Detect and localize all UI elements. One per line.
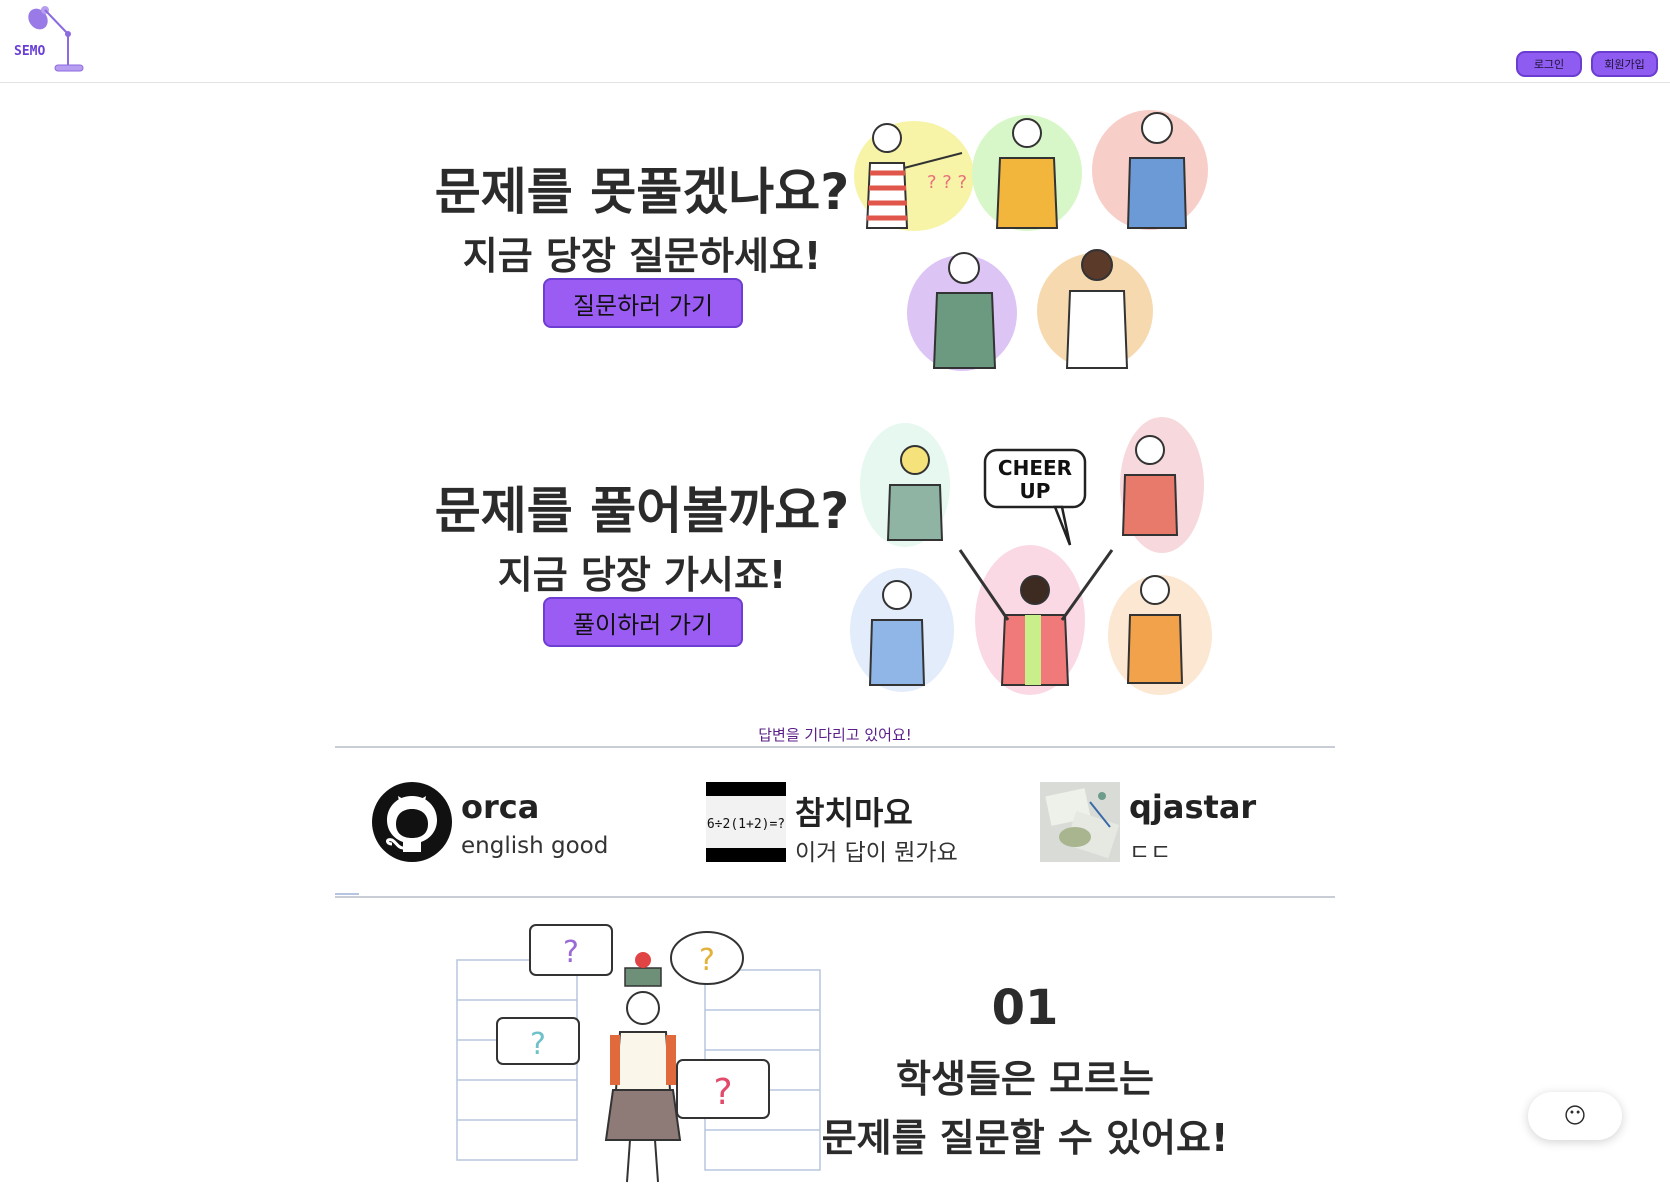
github-icon bbox=[372, 782, 452, 862]
question-card[interactable]: qjastar ㄷㄷ bbox=[1040, 782, 1340, 866]
face-emoji-icon: 😶 bbox=[1563, 1103, 1587, 1129]
go-solve-button[interactable]: 풀이하러 가기 bbox=[543, 597, 743, 647]
go-ask-button[interactable]: 질문하러 가기 bbox=[543, 278, 743, 328]
svg-text:?: ? bbox=[530, 1027, 546, 1062]
cheer-up-people-illustration: CHEER UP bbox=[850, 417, 1212, 695]
svg-text:?: ? bbox=[563, 935, 579, 970]
feature-number: 01 bbox=[991, 980, 1059, 1036]
question-text: english good bbox=[461, 833, 609, 859]
solve-hero-title: 문제를 풀어볼까요? bbox=[434, 482, 850, 540]
question-thumbnail: 6÷2(1+2)=? bbox=[706, 782, 786, 862]
study-desk-photo bbox=[1040, 782, 1120, 862]
divider-bottom bbox=[335, 896, 1335, 898]
svg-text:?: ? bbox=[713, 1072, 732, 1113]
chat-float-button[interactable]: 😶 bbox=[1528, 1092, 1622, 1140]
feature-line-1: 학생들은 모르는 bbox=[896, 1057, 1154, 1101]
ask-hero-subtitle: 지금 당장 질문하세요! bbox=[462, 234, 822, 278]
question-author: qjastar bbox=[1129, 788, 1257, 826]
student-questions-illustration: ? ? ? ? bbox=[456, 924, 821, 1183]
waiting-answers-label: 답변을 기다리고 있어요! bbox=[758, 726, 912, 744]
feature-line-2: 문제를 질문할 수 있어요! bbox=[821, 1116, 1229, 1160]
carousel-indicator[interactable] bbox=[335, 893, 359, 895]
login-button[interactable]: 로그인 bbox=[1516, 51, 1582, 77]
question-thumbnail bbox=[1040, 782, 1120, 862]
math-problem-image: 6÷2(1+2)=? bbox=[706, 782, 786, 862]
question-author: orca bbox=[461, 788, 540, 826]
signup-button[interactable]: 회원가입 bbox=[1591, 51, 1658, 77]
confused-people-illustration: ? ? ? bbox=[854, 110, 1208, 371]
ask-hero-title: 문제를 못풀겠나요? bbox=[434, 163, 850, 221]
question-card[interactable]: orca english good bbox=[372, 782, 672, 862]
logo-text: SEMO bbox=[14, 44, 46, 59]
cheer-bubble-line2: UP bbox=[1020, 479, 1051, 503]
cheer-bubble-line1: CHEER bbox=[998, 456, 1072, 480]
question-text: 이거 답이 뭔가요 bbox=[795, 840, 958, 866]
question-text: ㄷㄷ bbox=[1129, 840, 1172, 866]
semo-logo[interactable]: SEMO bbox=[10, 2, 90, 76]
question-author: 참치마요 bbox=[795, 794, 913, 832]
top-header: SEMO 로그인 회원가입 bbox=[0, 0, 1670, 83]
divider-top bbox=[335, 746, 1335, 748]
svg-text:?: ? bbox=[699, 943, 715, 978]
math-problem-text: 6÷2(1+2)=? bbox=[707, 817, 785, 832]
question-thumbnail bbox=[372, 782, 452, 862]
solve-hero-subtitle: 지금 당장 가시죠! bbox=[497, 553, 787, 597]
question-card[interactable]: 6÷2(1+2)=? 참치마요 이거 답이 뭔가요 bbox=[706, 782, 1006, 866]
desk-lamp-icon bbox=[28, 6, 84, 72]
svg-text:? ? ?: ? ? ? bbox=[927, 172, 967, 193]
